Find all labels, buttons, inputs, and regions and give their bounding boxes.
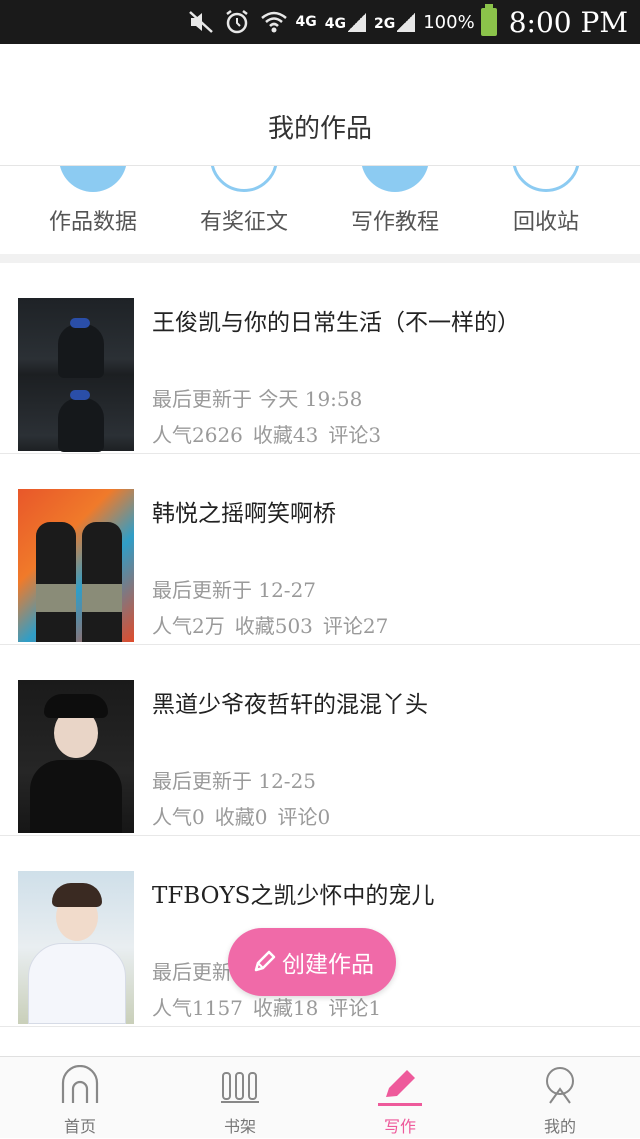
chat-icon	[361, 166, 429, 192]
alarm-icon	[224, 9, 250, 35]
page-header: 我的作品	[0, 44, 640, 166]
work-cover	[18, 489, 134, 642]
work-item[interactable]: 韩悦之摇啊笑啊桥 最后更新于 12-27 人气2万 收藏503 评论27	[0, 454, 640, 645]
signal-icon	[397, 12, 416, 32]
tool-contest[interactable]: 有奖征文	[169, 166, 319, 254]
tool-label: 作品数据	[48, 210, 137, 235]
work-cover	[18, 680, 134, 833]
work-last-updated: 最后更新于 今天 19:58	[152, 387, 363, 411]
work-comments: 评论1	[328, 996, 382, 1020]
work-favorites: 收藏503	[234, 614, 313, 638]
work-title: 韩悦之摇啊笑啊桥	[152, 501, 336, 527]
work-last-updated: 最后更新于 12-27	[152, 578, 317, 602]
tool-recycle-bin[interactable]: 回收站	[471, 166, 621, 254]
wifi-icon	[260, 10, 288, 34]
network-4g-label: 4G	[295, 14, 317, 30]
chart-icon	[59, 166, 127, 192]
document-icon	[210, 166, 278, 192]
work-cover	[18, 298, 134, 452]
create-work-button[interactable]: 创建作品	[228, 928, 396, 996]
work-last-updated: 最后更新于 12-25	[152, 769, 317, 793]
pencil-icon	[380, 1065, 420, 1105]
create-work-label: 创建作品	[282, 952, 374, 978]
network-2g-signal: 2G	[374, 12, 416, 32]
work-title: 黑道少爷夜哲轩的混混丫头	[152, 692, 428, 718]
work-popularity: 人气2626	[152, 423, 243, 447]
tools-row: 作品数据 有奖征文 写作教程 回收站	[0, 166, 640, 254]
work-title: 王俊凯与你的日常生活（不一样的）	[152, 310, 520, 336]
clock: 8:00 PM	[508, 5, 628, 39]
tool-tutorial[interactable]: 写作教程	[320, 166, 470, 254]
nav-bookshelf[interactable]: 书架	[160, 1057, 320, 1139]
nav-label: 我的	[543, 1117, 576, 1136]
page-title: 我的作品	[267, 114, 372, 144]
nav-label: 首页	[63, 1117, 96, 1136]
active-indicator	[378, 1103, 422, 1106]
nav-label: 书架	[223, 1117, 256, 1136]
section-divider	[0, 254, 640, 263]
bottom-nav: 首页 书架 写作 我的	[0, 1056, 640, 1138]
work-stats: 人气2626 收藏43 评论3	[152, 419, 381, 448]
work-popularity: 人气0	[152, 805, 205, 829]
mute-icon	[188, 10, 214, 34]
tool-work-data[interactable]: 作品数据	[18, 166, 168, 254]
work-favorites: 收藏43	[252, 423, 319, 447]
work-comments: 评论27	[322, 614, 389, 638]
pencil-icon	[250, 948, 278, 976]
works-list: 王俊凯与你的日常生活（不一样的） 最后更新于 今天 19:58 人气2626 收藏…	[0, 263, 640, 1027]
work-item[interactable]: 黑道少爷夜哲轩的混混丫头 最后更新于 12-25 人气0 收藏0 评论0	[0, 645, 640, 836]
nav-profile[interactable]: 我的	[480, 1057, 640, 1139]
tool-label: 有奖征文	[199, 210, 288, 235]
work-popularity: 人气1157	[152, 996, 243, 1020]
tool-label: 写作教程	[350, 210, 439, 235]
work-favorites: 收藏0	[214, 805, 268, 829]
work-stats: 人气1157 收藏18 评论1	[152, 992, 381, 1021]
work-cover	[18, 871, 134, 1024]
work-favorites: 收藏18	[252, 996, 319, 1020]
nav-write[interactable]: 写作	[320, 1057, 480, 1139]
work-popularity: 人气2万	[152, 614, 225, 638]
work-comments: 评论0	[277, 805, 331, 829]
work-item[interactable]: 王俊凯与你的日常生活（不一样的） 最后更新于 今天 19:58 人气2626 收藏…	[0, 263, 640, 454]
battery-percent: 100%	[423, 11, 475, 33]
bookshelf-icon	[220, 1065, 260, 1105]
work-comments: 评论3	[328, 423, 382, 447]
work-stats: 人气2万 收藏503 评论27	[152, 610, 388, 639]
tool-label: 回收站	[512, 210, 579, 235]
work-title: TFBOYS之凯少怀中的宠儿	[152, 883, 435, 909]
nav-label: 写作	[383, 1117, 416, 1136]
work-stats: 人气0 收藏0 评论0	[152, 801, 330, 830]
trash-icon	[512, 166, 580, 192]
home-icon	[60, 1064, 100, 1105]
network-4g-signal: 4G	[325, 12, 366, 32]
signal-icon	[348, 12, 366, 32]
nav-home[interactable]: 首页	[0, 1057, 160, 1139]
battery-icon	[480, 4, 497, 36]
profile-icon	[540, 1065, 580, 1105]
status-bar: 4G 4G 2G 100% 8:00 PM	[0, 0, 640, 44]
